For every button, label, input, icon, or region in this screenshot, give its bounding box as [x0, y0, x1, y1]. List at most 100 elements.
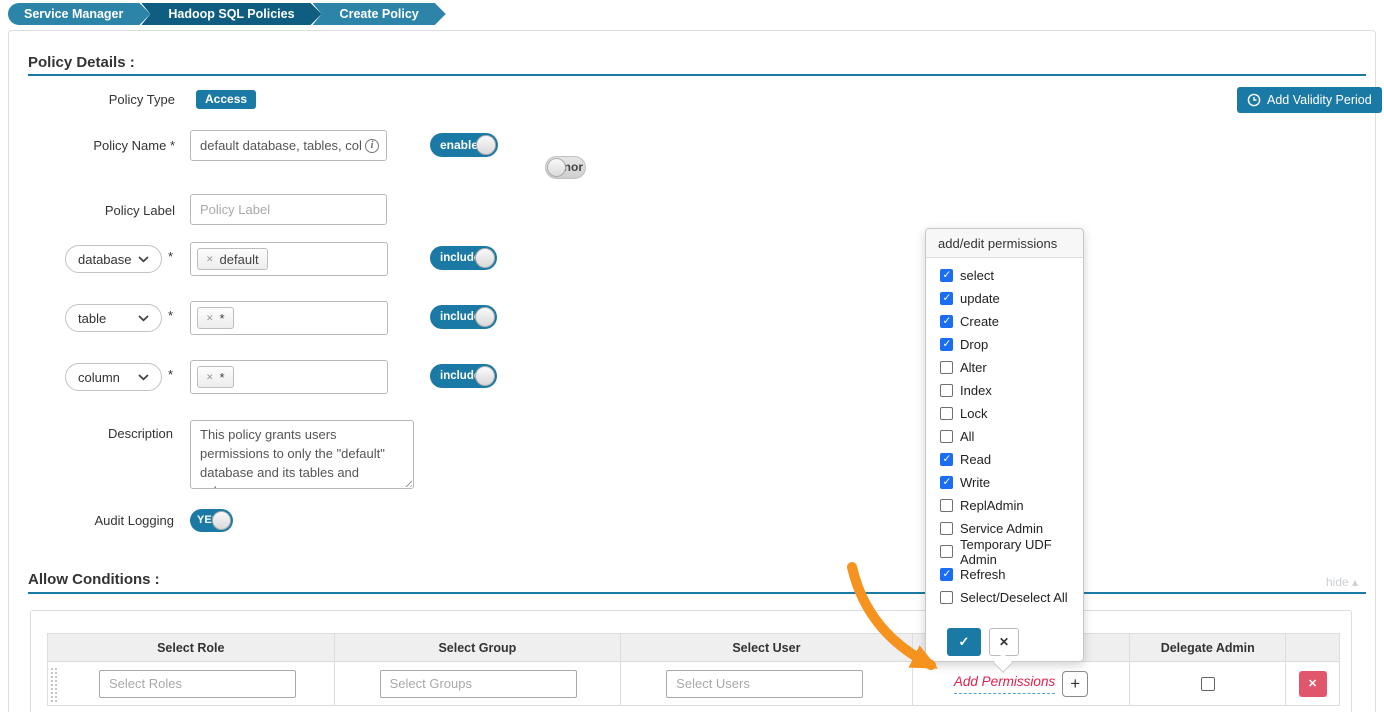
permissions-cell: Add Permissions +: [912, 662, 1130, 705]
permission-label: Write: [960, 475, 990, 490]
database-include-toggle[interactable]: include: [430, 246, 497, 270]
permission-checkbox[interactable]: [940, 499, 953, 512]
column-value-input[interactable]: ✕ *: [190, 360, 388, 394]
toggle-knob: [475, 248, 495, 268]
clock-icon: [1247, 93, 1261, 107]
database-value-input[interactable]: ✕ default: [190, 242, 388, 276]
row-drag-handle[interactable]: [50, 667, 58, 703]
policy-name-label: Policy Name *: [20, 138, 175, 153]
select-roles-input[interactable]: [99, 670, 296, 698]
select-groups-input[interactable]: [380, 670, 577, 698]
delete-row-button[interactable]: ✕: [1299, 671, 1327, 697]
permission-checkbox[interactable]: [940, 476, 953, 489]
policy-enabled-toggle[interactable]: enabled: [430, 133, 498, 157]
select-group-cell: [334, 662, 621, 705]
create-policy-page: Service Manager Hadoop SQL Policies Crea…: [0, 0, 1384, 712]
description-textarea[interactable]: This policy grants users permissions to …: [190, 420, 414, 489]
policy-label-label: Policy Label: [20, 203, 175, 218]
permission-label: Select/Deselect All: [960, 590, 1068, 605]
permission-checkbox[interactable]: [940, 545, 953, 558]
permission-item: Select/Deselect All: [940, 591, 1083, 604]
add-permissions-link[interactable]: Add Permissions: [954, 674, 1055, 694]
permission-item: Create: [940, 315, 1083, 328]
permission-checkbox[interactable]: [940, 292, 953, 305]
policy-details-divider: [28, 74, 1366, 76]
permission-checkbox[interactable]: [940, 568, 953, 581]
add-permissions-plus-button[interactable]: +: [1062, 671, 1088, 697]
permission-checkbox[interactable]: [940, 361, 953, 374]
row-actions-cell: ✕: [1285, 662, 1339, 705]
resource-type-select-database[interactable]: database: [65, 245, 162, 273]
permission-label: Refresh: [960, 567, 1006, 582]
info-icon[interactable]: i: [365, 139, 379, 153]
select-user-cell: [620, 662, 912, 705]
table-include-toggle[interactable]: include: [430, 305, 497, 329]
permission-checkbox[interactable]: [940, 269, 953, 282]
tag-remove-icon[interactable]: ✕: [206, 313, 214, 324]
audit-logging-toggle[interactable]: YES: [190, 509, 233, 532]
breadcrumb-hadoop-sql-policies[interactable]: Hadoop SQL Policies: [141, 3, 321, 25]
allow-conditions-divider: [28, 592, 1366, 594]
permission-checkbox[interactable]: [940, 591, 953, 604]
permissions-popup: add/edit permissions select update Creat…: [925, 228, 1084, 662]
conditions-table-header: Select Role Select Group Select User Del…: [47, 633, 1340, 662]
permission-label: Temporary UDF Admin: [960, 537, 1083, 567]
delegate-admin-checkbox[interactable]: [1201, 677, 1215, 691]
table-value-input[interactable]: ✕ *: [190, 301, 388, 335]
policy-label-input[interactable]: [190, 194, 387, 225]
header-select-group: Select Group: [334, 634, 621, 661]
permission-label: Lock: [960, 406, 987, 421]
permission-item: update: [940, 292, 1083, 305]
add-validity-period-label: Add Validity Period: [1267, 93, 1372, 107]
permission-label: select: [960, 268, 994, 283]
permission-item: ReplAdmin: [940, 499, 1083, 512]
popup-actions: ✓ ✕: [947, 628, 1019, 656]
permission-item: Drop: [940, 338, 1083, 351]
permission-item: Refresh: [940, 568, 1083, 581]
resource-type-select-column[interactable]: column: [65, 363, 162, 391]
tag-chip: ✕ default: [197, 248, 268, 270]
permission-item: Write: [940, 476, 1083, 489]
add-validity-period-button[interactable]: Add Validity Period: [1237, 87, 1382, 113]
popup-confirm-button[interactable]: ✓: [947, 628, 981, 656]
select-users-input[interactable]: [666, 670, 863, 698]
permission-item: Service Admin: [940, 522, 1083, 535]
permission-checkbox[interactable]: [940, 315, 953, 328]
tag-chip: ✕ *: [197, 366, 234, 388]
policy-type-badge: Access: [196, 90, 256, 109]
permission-label: Index: [960, 383, 992, 398]
permission-label: Drop: [960, 337, 988, 352]
permission-label: ReplAdmin: [960, 498, 1024, 513]
popup-cancel-button[interactable]: ✕: [989, 628, 1019, 656]
permission-item: Read: [940, 453, 1083, 466]
policy-override-toggle-label: nor: [564, 157, 583, 178]
policy-name-input[interactable]: [190, 130, 387, 161]
resource-type-select-table[interactable]: table: [65, 304, 162, 332]
permission-checkbox[interactable]: [940, 430, 953, 443]
resource-type-value: database: [78, 252, 132, 267]
tag-remove-icon[interactable]: ✕: [206, 372, 214, 383]
breadcrumb-create-policy[interactable]: Create Policy: [313, 3, 446, 25]
permission-checkbox[interactable]: [940, 453, 953, 466]
policy-override-toggle[interactable]: nor: [545, 156, 586, 179]
header-actions: [1285, 634, 1339, 661]
breadcrumb-service-manager[interactable]: Service Manager: [8, 3, 150, 25]
hide-caret-icon: ▴: [1352, 575, 1358, 589]
permission-checkbox[interactable]: [940, 522, 953, 535]
column-include-toggle[interactable]: include: [430, 364, 497, 388]
permission-checkbox[interactable]: [940, 384, 953, 397]
header-delegate-admin: Delegate Admin: [1129, 634, 1285, 661]
description-field-wrap: This policy grants users permissions to …: [190, 420, 414, 489]
chevron-down-icon: [138, 256, 149, 263]
header-select-role: Select Role: [48, 634, 334, 661]
permission-item: Temporary UDF Admin: [940, 545, 1083, 558]
tag-label: default: [220, 252, 259, 267]
allow-conditions-heading: Allow Conditions :: [28, 571, 160, 588]
tag-remove-icon[interactable]: ✕: [206, 254, 214, 265]
hide-link[interactable]: hide ▴: [1326, 575, 1358, 589]
toggle-knob: [475, 307, 495, 327]
permission-label: Read: [960, 452, 991, 467]
conditions-table-row: Add Permissions + ✕: [47, 662, 1340, 706]
permission-checkbox[interactable]: [940, 338, 953, 351]
permission-checkbox[interactable]: [940, 407, 953, 420]
